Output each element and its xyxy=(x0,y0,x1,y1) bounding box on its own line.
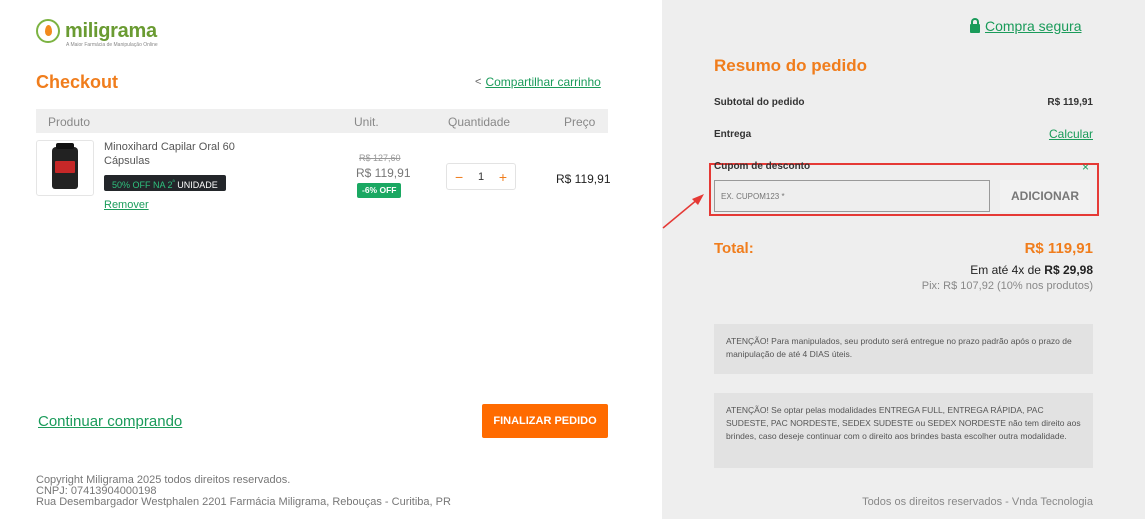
secure-purchase-link[interactable]: Compra segura xyxy=(970,17,1082,34)
finalize-order-button[interactable]: FINALIZAR PEDIDO xyxy=(482,404,608,438)
footer-rights: Todos os direitos reservados - Vnda Tecn… xyxy=(862,496,1093,508)
annotation-arrow-icon xyxy=(662,194,704,229)
cart-panel: miligrama A Maior Farmácia de Manipulaçã… xyxy=(0,0,662,519)
col-quantity: Quantidade xyxy=(448,115,511,129)
page-title: Checkout xyxy=(36,72,119,92)
brand-logo[interactable]: miligrama xyxy=(36,19,157,43)
col-unit: Unit. xyxy=(354,115,379,129)
discount-badge: -6% OFF xyxy=(357,183,402,198)
share-cart-label: Compartilhar carrinho xyxy=(485,75,601,89)
delivery-label: Entrega xyxy=(714,129,752,140)
installments-value: R$ 29,98 xyxy=(1044,263,1093,277)
cart-table-header: Produto Unit. Quantidade Preço xyxy=(36,109,608,133)
product-bottle-icon xyxy=(52,143,78,189)
installments-info: Em até 4x de R$ 29,98 xyxy=(970,263,1093,277)
coupon-label: Cupom de desconto xyxy=(714,161,811,172)
manipulation-notice: ATENÇÃO! Para manipulados, seu produto s… xyxy=(714,324,1093,374)
installments-prefix: Em até 4x de xyxy=(970,263,1045,277)
col-product: Produto xyxy=(48,115,91,129)
footer-info: Copyright Miligrama 2025 todos direitos … xyxy=(36,475,451,508)
pix-price: Pix: R$ 107,92 (10% nos produtos) xyxy=(921,280,1093,292)
share-icon: < xyxy=(475,76,482,88)
total-label: Total: xyxy=(714,240,754,257)
promo-suffix: UNIDADE xyxy=(174,180,218,190)
product-name[interactable]: Minoxihard Capilar Oral 60 Cápsulas xyxy=(104,140,254,168)
unit-price: R$ 119,91 xyxy=(356,166,411,180)
subtotal-label: Subtotal do pedido xyxy=(714,97,805,108)
coupon-input[interactable] xyxy=(714,180,990,212)
footer-address: Rua Desembargador Westphalen 2201 Farmác… xyxy=(36,496,451,508)
increase-quantity-button[interactable]: + xyxy=(499,169,507,185)
lock-icon xyxy=(970,17,980,33)
promo-prefix: 50% OFF NA 2 xyxy=(112,180,173,190)
add-coupon-button[interactable]: ADICIONAR xyxy=(1000,180,1090,212)
subtotal-value: R$ 119,91 xyxy=(1047,97,1093,108)
logo-drop-icon xyxy=(36,19,60,43)
decrease-quantity-button[interactable]: − xyxy=(455,169,463,185)
calculate-shipping-link[interactable]: Calcular xyxy=(1049,127,1093,141)
continue-shopping-link[interactable]: Continuar comprando xyxy=(38,413,182,430)
old-price: R$ 127,60 xyxy=(359,153,401,163)
summary-title: Resumo do pedido xyxy=(714,56,867,75)
share-cart-link[interactable]: < Compartilhar carrinho xyxy=(475,75,601,89)
coupon-close-icon[interactable]: × xyxy=(1082,160,1089,174)
secure-purchase-label: Compra segura xyxy=(985,18,1082,34)
total-value: R$ 119,91 xyxy=(1024,240,1093,257)
quantity-value[interactable]: 1 xyxy=(478,171,484,183)
logo-wordmark: miligrama xyxy=(65,20,157,42)
shipping-gift-notice: ATENÇÃO! Se optar pelas modalidades ENTR… xyxy=(714,393,1093,468)
product-image[interactable] xyxy=(36,140,94,196)
logo-tagline: A Maior Farmácia de Manipulação Online xyxy=(66,42,158,48)
col-price: Preço xyxy=(564,115,596,129)
promo-badge: 50% OFF NA 2ª UNIDADE xyxy=(104,175,226,191)
line-total-price: R$ 119,91 xyxy=(556,172,611,186)
remove-item-link[interactable]: Remover xyxy=(104,199,149,211)
quantity-stepper: − 1 + xyxy=(446,163,516,190)
